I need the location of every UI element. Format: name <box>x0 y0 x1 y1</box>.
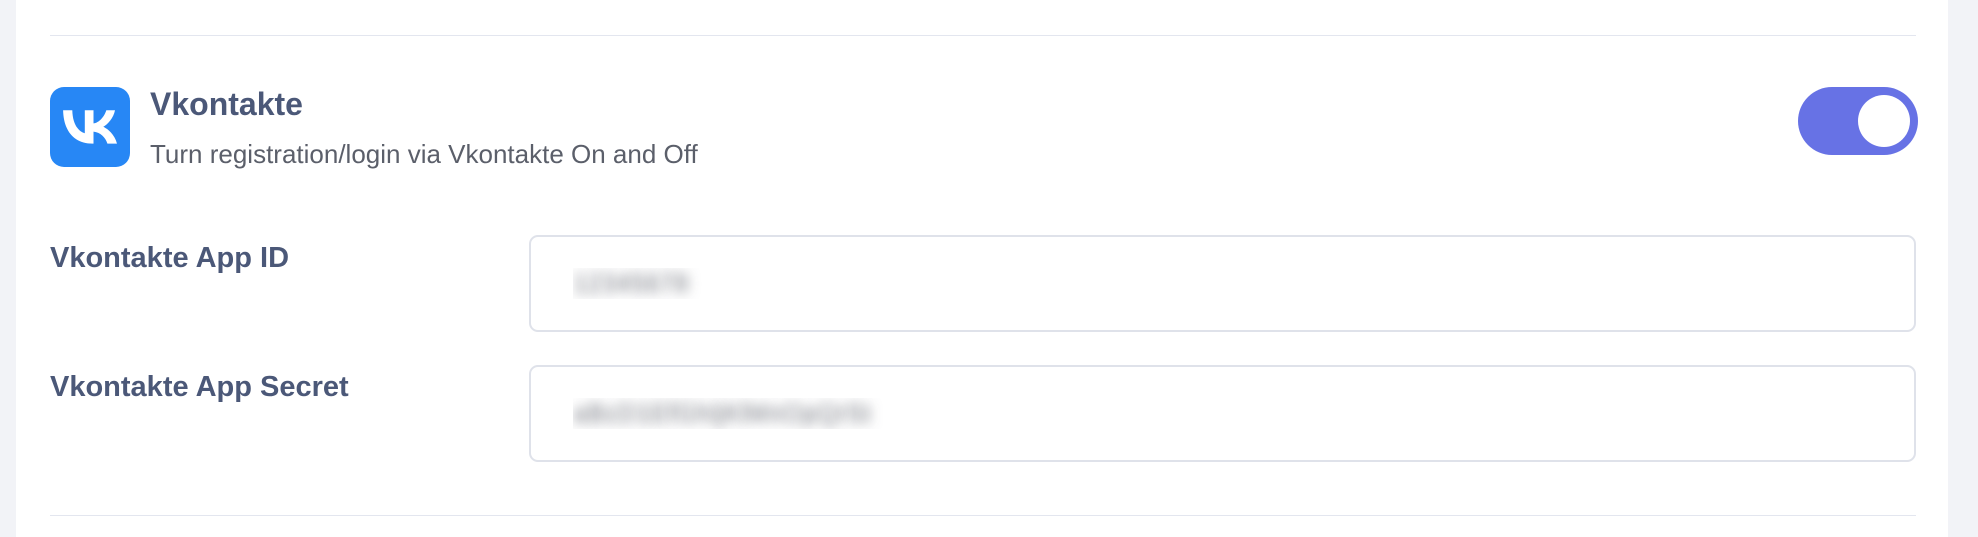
vk-logo-glyph <box>63 110 117 144</box>
section-divider-top <box>50 35 1916 36</box>
section-divider-bottom <box>50 515 1916 516</box>
social-login-settings-panel: Vkontakte Turn registration/login via Vk… <box>16 0 1948 537</box>
app-secret-label: Vkontakte App Secret <box>50 371 349 403</box>
app-id-input[interactable] <box>529 235 1916 332</box>
toggle-knob <box>1858 95 1910 147</box>
provider-description: Turn registration/login via Vkontakte On… <box>150 139 698 169</box>
app-secret-input[interactable] <box>529 365 1916 462</box>
vkontakte-enable-toggle[interactable] <box>1798 87 1918 155</box>
vk-logo-icon <box>50 87 130 167</box>
provider-title: Vkontakte <box>150 86 303 122</box>
app-id-label: Vkontakte App ID <box>50 242 290 274</box>
